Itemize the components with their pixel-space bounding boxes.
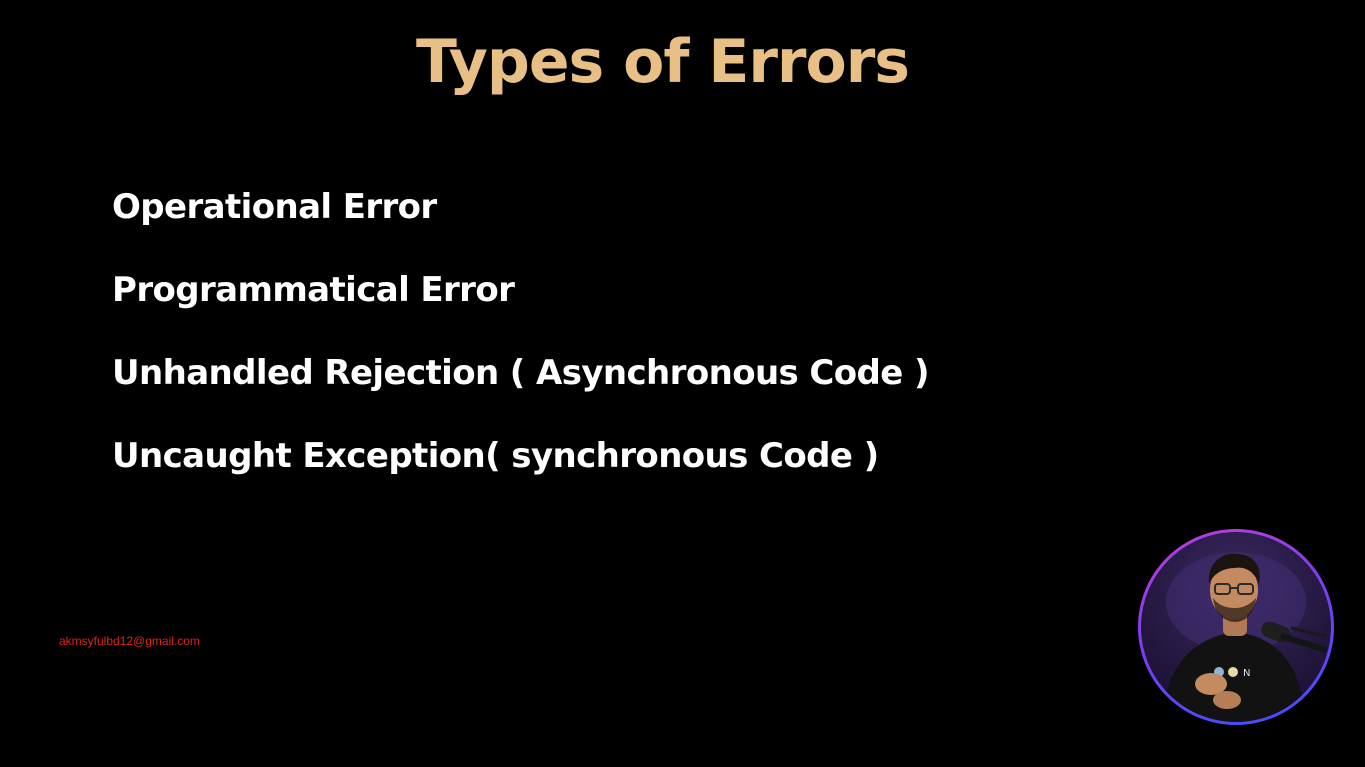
email-watermark: akmsyfulbd12@gmail.com	[59, 634, 200, 648]
list-item: Operational Error	[112, 187, 437, 227]
list-item: Uncaught Exception( synchronous Code )	[112, 436, 879, 476]
presenter-figure-icon: N	[1161, 552, 1327, 722]
presenter-avatar: N	[1141, 532, 1331, 722]
svg-text:N: N	[1243, 668, 1250, 679]
error-type-list: Operational Error Programmatical Error U…	[112, 180, 930, 512]
slide-title: Types of Errors	[415, 27, 910, 97]
presenter-webcam-overlay: N	[1138, 529, 1334, 725]
list-item: Unhandled Rejection ( Asynchronous Code …	[112, 353, 930, 393]
list-item: Programmatical Error	[112, 270, 515, 310]
slide: Types of Errors Operational Error Progra…	[0, 0, 1365, 767]
